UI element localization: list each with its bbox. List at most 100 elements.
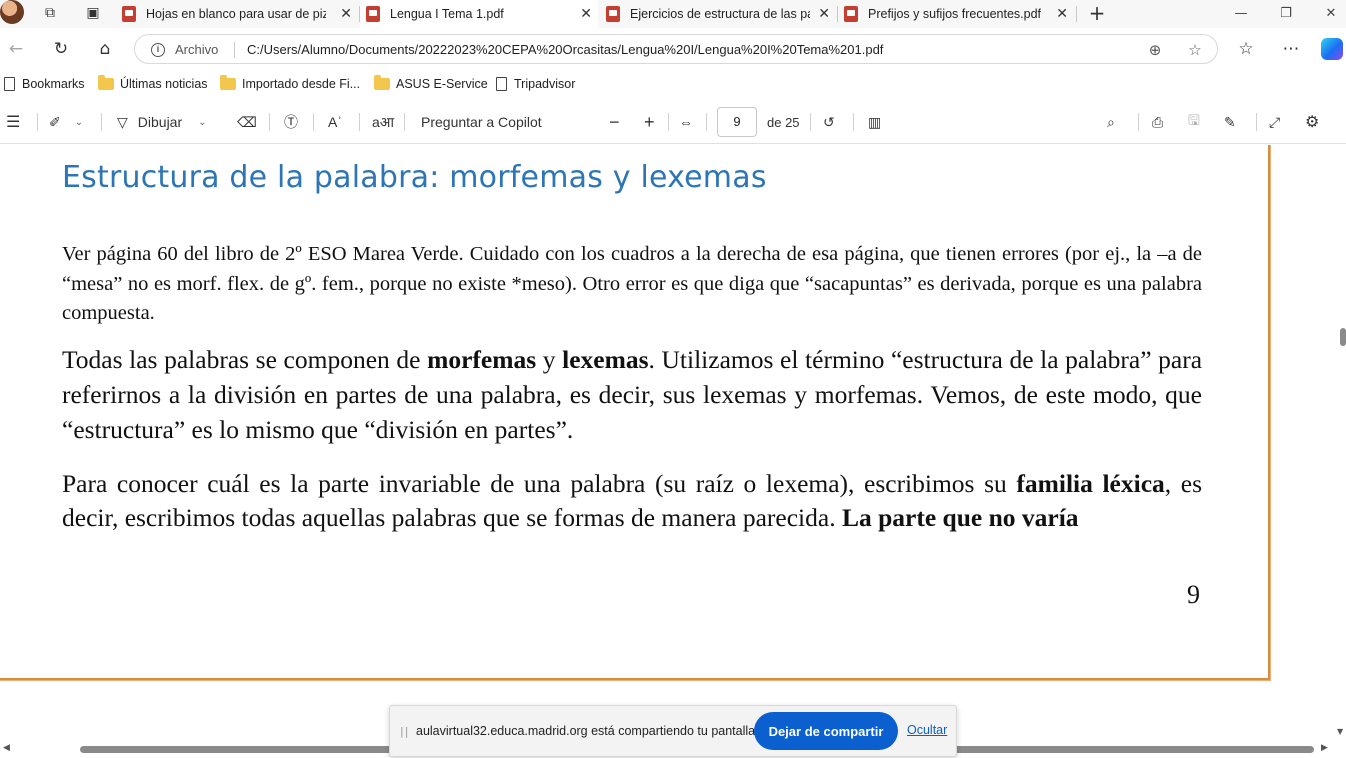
bookmark-page-icon — [496, 77, 507, 91]
bookmark-label: Últimas noticias — [120, 77, 208, 91]
bookmark-folder[interactable]: Últimas noticias — [98, 75, 208, 91]
scroll-left-arrow-icon[interactable]: ◀ — [3, 743, 10, 753]
folder-icon — [98, 75, 114, 90]
folder-icon — [374, 75, 390, 90]
rotate-icon[interactable]: ↺ — [823, 112, 835, 132]
pdf-file-icon — [606, 6, 620, 22]
close-tab-icon[interactable]: ✕ — [818, 5, 830, 22]
highlighter-icon: ✐ — [49, 113, 61, 130]
pdf-file-icon — [366, 6, 380, 22]
save-as-icon[interactable]: ✎ — [1224, 112, 1236, 132]
add-text-icon[interactable]: Ⓣ — [284, 112, 298, 132]
term-morfemas: morfemas — [427, 345, 537, 374]
copilot-icon[interactable] — [1321, 38, 1343, 60]
back-icon[interactable]: ← — [4, 37, 28, 61]
vertical-scroll-thumb[interactable] — [1340, 328, 1346, 346]
share-message: aulavirtual32.educa.madrid.org está comp… — [416, 724, 759, 738]
profile-avatar[interactable] — [0, 0, 24, 24]
page-view-icon[interactable]: ▥ — [868, 112, 881, 132]
tab-label: Prefijos y sufijos frecuentes.pdf — [868, 7, 1041, 21]
chevron-down-icon: ⌄ — [74, 116, 84, 128]
paragraph-morfemas: Todas las palabras se componen de morfem… — [62, 345, 1203, 444]
bookmark-label: Tripadvisor — [514, 77, 576, 91]
minimize-icon[interactable]: — — [1226, 2, 1256, 24]
refresh-icon[interactable]: ↻ — [49, 37, 73, 61]
fit-width-icon[interactable]: ⇔ — [679, 112, 693, 132]
save-icon[interactable]: 🖫 — [1188, 112, 1200, 132]
draw-icon: ▽ — [117, 113, 128, 130]
page-total: de 25 — [767, 114, 800, 130]
term-lexemas: lexemas — [562, 345, 649, 374]
chevron-down-icon: ⌄ — [198, 116, 207, 128]
paragraph-familia-lexica: Para conocer cuál es la parte invariable… — [62, 469, 1203, 532]
fullscreen-icon[interactable]: ⤢ — [1269, 112, 1280, 132]
pdf-toolbar: ☰ ✐ ⌄ ▽ Dibujar ⌄ ⌫ Ⓣ Aʾ aआ Preguntar a … — [0, 100, 1346, 144]
tab-strip: ⧉ ▣ Hojas en blanco para usar de piza ✕ … — [0, 0, 1346, 28]
pdf-page: Estructura de la palabra: morfemas y lex… — [0, 145, 1270, 680]
contents-icon[interactable]: ☰ — [6, 112, 20, 132]
hide-banner-link[interactable]: Ocultar — [907, 723, 947, 737]
close-tab-icon[interactable]: ✕ — [1056, 5, 1068, 22]
bookmark-label: ASUS E-Service — [396, 77, 488, 91]
close-tab-icon[interactable]: ✕ — [340, 5, 352, 22]
page-footer-number: 9 — [1187, 580, 1200, 609]
workspaces-icon[interactable]: ⧉ — [41, 4, 59, 22]
tab-label: Ejercicios de estructura de las pal — [630, 7, 810, 21]
bookmark-label: Importado desde Fi... — [242, 77, 361, 91]
draw-button[interactable]: ▽ Dibujar ⌄ — [117, 112, 207, 132]
ask-copilot-button[interactable]: Preguntar a Copilot — [421, 112, 542, 132]
term-familia-lexica: familia léxica — [1016, 469, 1165, 498]
pdf-file-icon — [844, 6, 858, 22]
tab-lengua-tema-1[interactable]: Lengua I Tema 1.pdf ✕ — [360, 0, 598, 28]
tab-label: Hojas en blanco para usar de piza — [146, 7, 326, 21]
bookmark-folder[interactable]: Importado desde Fi... — [220, 75, 361, 91]
stop-sharing-button[interactable]: Dejar de compartir — [754, 712, 898, 750]
bookmark-item[interactable]: Tripadvisor — [496, 77, 575, 91]
read-aloud-icon[interactable]: Aʾ — [328, 112, 342, 132]
print-icon[interactable]: ⎙ — [1152, 112, 1163, 132]
home-icon[interactable]: ⌂ — [93, 37, 117, 61]
address-bar[interactable]: i Archivo C:/Users/Alumno/Documents/2022… — [134, 34, 1218, 64]
tab-hojas-en-blanco[interactable]: Hojas en blanco para usar de piza ✕ — [122, 0, 358, 28]
tab-label: Lengua I Tema 1.pdf — [390, 7, 504, 21]
term-parte-que-no-varia: La parte que no varía — [841, 503, 1079, 532]
vertical-scrollbar[interactable] — [1336, 145, 1346, 740]
zoom-in-icon[interactable]: + — [644, 112, 655, 132]
zoom-icon[interactable]: ⊕ — [1145, 40, 1165, 60]
eraser-icon[interactable]: ⌫ — [237, 112, 257, 132]
site-info-button[interactable]: i Archivo — [151, 42, 218, 57]
close-window-icon[interactable]: ✕ — [1316, 2, 1346, 24]
draw-label: Dibujar — [137, 114, 183, 130]
close-tab-icon[interactable]: ✕ — [580, 5, 592, 22]
folder-icon — [220, 75, 236, 90]
restore-icon[interactable]: ❐ — [1271, 2, 1301, 24]
screen-share-banner: || aulavirtual32.educa.madrid.org está c… — [389, 705, 957, 757]
favorites-icon[interactable]: ☆ — [1234, 37, 1258, 61]
tab-ejercicios-estructura[interactable]: Ejercicios de estructura de las pal ✕ — [600, 0, 836, 28]
zoom-out-icon[interactable]: − — [609, 112, 620, 132]
url-text[interactable]: C:/Users/Alumno/Documents/20222023%20CEP… — [247, 42, 883, 57]
pdf-file-icon — [122, 6, 136, 22]
favorite-star-icon[interactable]: ☆ — [1185, 40, 1205, 60]
bookmark-label: Bookmarks — [22, 77, 85, 91]
scroll-down-arrow-icon[interactable]: ▼ — [1337, 727, 1343, 736]
tab-actions-icon[interactable]: ▣ — [84, 4, 102, 22]
more-options-icon[interactable]: ⋯ — [1279, 37, 1303, 61]
document-heading: Estructura de la palabra: morfemas y lex… — [62, 160, 767, 195]
page-number-input[interactable]: 9 — [717, 107, 757, 137]
tab-prefijos-sufijos[interactable]: Prefijos y sufijos frecuentes.pdf ✕ — [838, 0, 1074, 28]
navigation-bar: ← ↻ ⌂ i Archivo C:/Users/Alumno/Document… — [0, 28, 1346, 70]
translate-icon[interactable]: aआ — [372, 112, 394, 132]
bookmark-folder[interactable]: ASUS E-Service — [374, 75, 488, 91]
new-tab-icon[interactable]: + — [1088, 1, 1106, 25]
highlight-button[interactable]: ✐ ⌄ — [49, 112, 83, 132]
search-icon[interactable]: ⌕ — [1107, 112, 1115, 132]
paragraph-note: Ver página 60 del libro de 2º ESO Marea … — [62, 243, 1202, 324]
drag-handle-icon[interactable]: || — [400, 725, 409, 738]
scroll-right-arrow-icon[interactable]: ▶ — [1321, 743, 1328, 753]
info-icon: i — [151, 42, 165, 57]
bookmark-item[interactable]: Bookmarks — [4, 77, 85, 91]
pdf-viewer[interactable]: Estructura de la palabra: morfemas y lex… — [0, 145, 1346, 758]
bookmarks-bar: Bookmarks Últimas noticias Importado des… — [0, 70, 1346, 100]
settings-gear-icon[interactable]: ⚙ — [1305, 112, 1319, 132]
